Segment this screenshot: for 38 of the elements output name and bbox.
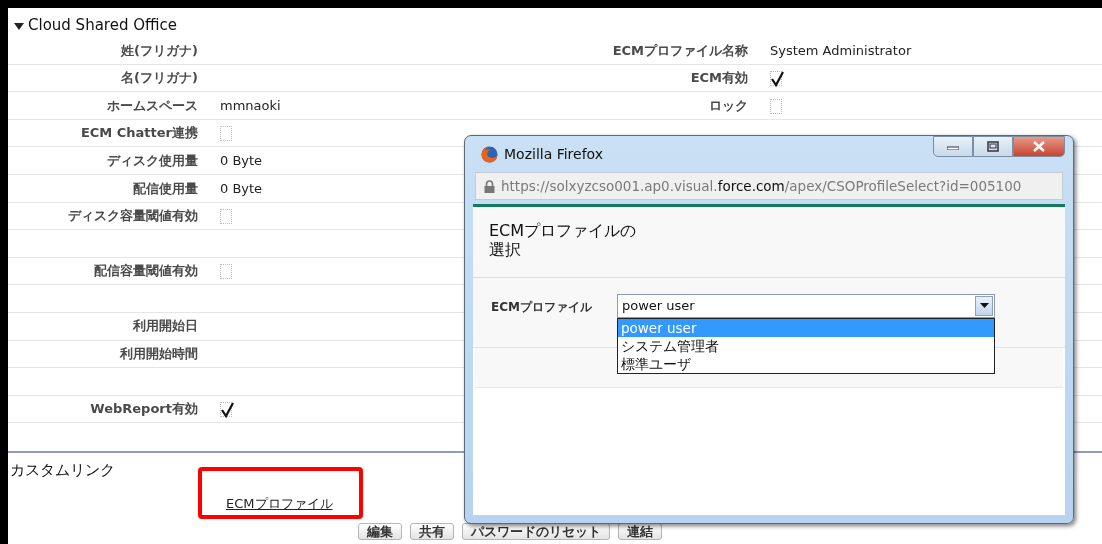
field-label: 利用開始時間 — [120, 346, 198, 362]
maximize-icon — [987, 141, 999, 152]
field-label: ECMプロファイル — [491, 299, 593, 316]
field-label: 名(フリガナ) — [121, 70, 198, 86]
lock-icon — [484, 179, 495, 193]
field-value: System Administrator — [770, 42, 912, 58]
field-label: 配信使用量 — [133, 180, 198, 196]
field-label: ECMプロファイル名称 — [612, 42, 748, 58]
field-label: ホームスペース — [107, 97, 198, 113]
action-button[interactable]: 共有 — [410, 523, 454, 541]
browser-icon — [481, 145, 498, 163]
minimize-button[interactable] — [933, 136, 973, 157]
field-value: 0 Byte — [220, 152, 263, 168]
minimize-icon — [947, 143, 959, 150]
field-label: WebReport有効 — [90, 401, 198, 417]
field-value: mmnaoki — [220, 97, 281, 113]
field-label: ディスク使用量 — [107, 152, 198, 168]
field-label: ディスク容量閾値有効 — [68, 208, 198, 224]
section-title: Cloud Shared Office — [28, 15, 177, 37]
field-label: 姓(フリガナ) — [121, 42, 198, 58]
window-title: Mozilla Firefox — [504, 144, 604, 164]
profile-link[interactable]: ECMプロファイル — [226, 496, 333, 512]
field-label: 利用開始日 — [133, 318, 198, 334]
maximize-button[interactable] — [973, 136, 1013, 157]
action-button[interactable]: 編集 — [358, 523, 402, 541]
profile-select[interactable]: power user — [617, 294, 995, 318]
close-button[interactable] — [1013, 136, 1065, 157]
field-label: ロック — [709, 97, 748, 113]
field-label: ECM有効 — [690, 70, 748, 86]
section-title: カスタムリンク — [10, 460, 116, 482]
collapse-toggle-icon[interactable] — [14, 20, 24, 31]
field-label: 配信容量閾値有効 — [94, 263, 198, 279]
field-value: 0 Byte — [220, 180, 263, 196]
dropdown-option[interactable]: システム管理者 — [618, 337, 994, 355]
field-label: ECM Chatter連携 — [80, 125, 198, 141]
dialog-title: ECMプロファイルの選択 — [489, 221, 638, 260]
caret-icon — [979, 303, 989, 309]
close-icon — [1033, 141, 1045, 152]
